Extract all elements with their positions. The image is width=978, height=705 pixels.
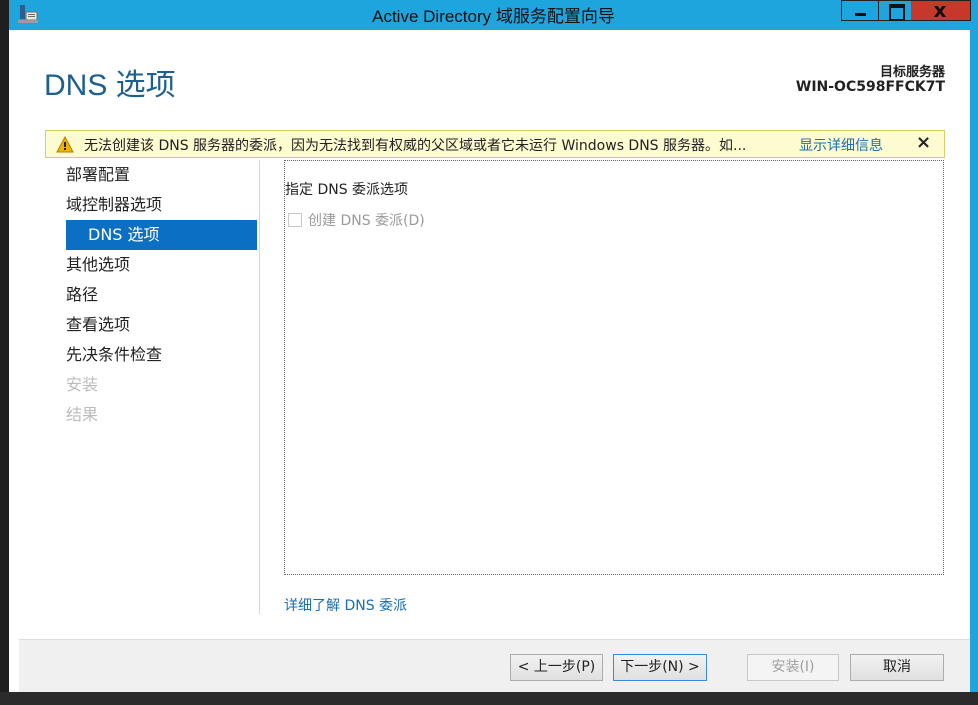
maximize-button[interactable] — [878, 0, 912, 21]
title-bar[interactable]: Active Directory 域服务配置向导 x — [9, 0, 978, 28]
wizard-footer: < 上一步(P) 下一步(N) > 安装(I) 取消 — [19, 639, 970, 692]
warning-message: 无法创建该 DNS 服务器的委派，因为无法找到有权威的父区域或者它未运行 Win… — [84, 138, 747, 154]
minimize-button[interactable] — [841, 0, 879, 21]
wizard-window: Active Directory 域服务配置向导 x DNS 选项 目标服务器 … — [9, 0, 978, 705]
create-dns-delegation-label: 创建 DNS 委派(D) — [308, 213, 425, 229]
next-button[interactable]: 下一步(N) > — [613, 654, 707, 681]
cancel-button[interactable]: 取消 — [850, 654, 944, 681]
nav-item-paths[interactable]: 路径 — [66, 280, 98, 310]
create-dns-delegation-checkbox — [288, 213, 302, 227]
dns-options-panel: 指定 DNS 委派选项 创建 DNS 委派(D) — [284, 160, 944, 575]
install-button: 安装(I) — [747, 654, 839, 681]
nav-item-installation: 安装 — [66, 375, 99, 394]
nav-item-dc-options[interactable]: 域控制器选项 — [66, 190, 162, 220]
nav-divider — [259, 160, 260, 614]
learn-more-dns-delegation-link[interactable]: 详细了解 DNS 委派 — [284, 595, 407, 615]
previous-button[interactable]: < 上一步(P) — [510, 654, 603, 681]
close-warning-icon[interactable]: × — [916, 132, 931, 153]
warning-banner: 无法创建该 DNS 服务器的委派，因为无法找到有权威的父区域或者它未运行 Win… — [45, 130, 945, 158]
window-title: Active Directory 域服务配置向导 — [372, 7, 615, 26]
target-server-name: WIN-OC598FFCK7T — [795, 79, 945, 95]
wizard-content: DNS 选项 目标服务器 WIN-OC598FFCK7T 无法创建该 DNS 服… — [9, 30, 970, 692]
close-window-button[interactable]: x — [911, 0, 971, 22]
close-icon: x — [933, 0, 947, 22]
warning-icon — [56, 136, 74, 153]
nav-item-prerequisites-check[interactable]: 先决条件检查 — [66, 340, 162, 370]
nav-item-dns-options[interactable]: DNS 选项 — [66, 220, 257, 250]
nav-item-deployment-config[interactable]: 部署配置 — [66, 160, 130, 190]
nav-item-review-options[interactable]: 查看选项 — [66, 310, 130, 340]
section-label: 指定 DNS 委派选项 — [285, 182, 409, 198]
nav-item-results: 结果 — [66, 405, 99, 424]
target-server-label: 目标服务器 — [879, 65, 945, 80]
show-details-link[interactable]: 显示详细信息 — [799, 135, 883, 155]
page-title: DNS 选项 — [44, 69, 176, 102]
taskbar — [0, 692, 978, 705]
nav-item-additional-options[interactable]: 其他选项 — [66, 250, 130, 280]
